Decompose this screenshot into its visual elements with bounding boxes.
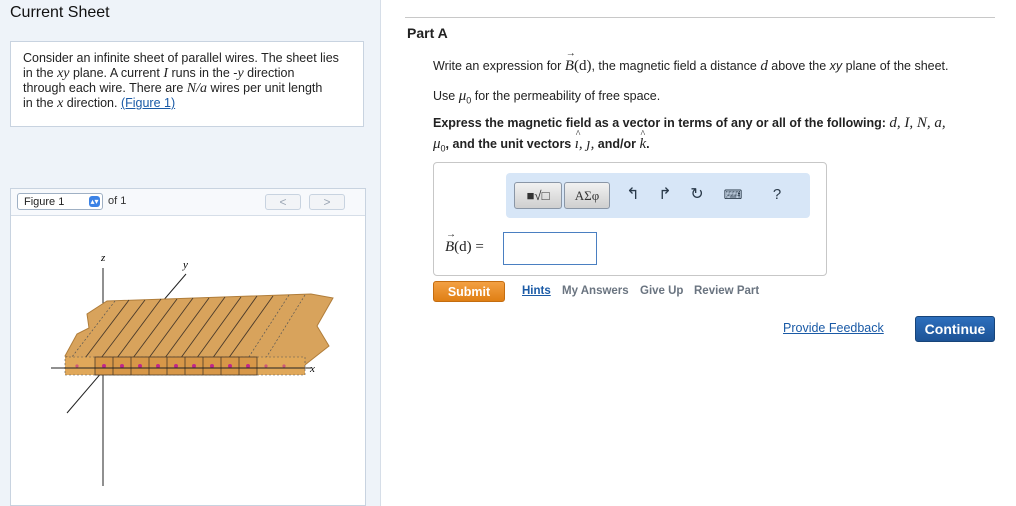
problem-line: through each wire. There are N/a wires p… — [23, 81, 351, 96]
math-var: xy — [829, 59, 843, 73]
text: (d) = — [454, 239, 484, 255]
text: and/or — [594, 137, 640, 151]
give-up-link[interactable]: Give Up — [640, 285, 683, 297]
reset-icon[interactable]: ↻ — [686, 185, 708, 205]
question-line-3: Express the magnetic field as a vector i… — [433, 115, 946, 132]
next-figure-button[interactable]: > — [309, 194, 345, 210]
math-var: k — [639, 129, 646, 153]
text: . — [646, 137, 650, 151]
figure-count: of 1 — [108, 195, 127, 207]
axis-label-z: z — [100, 252, 106, 264]
text: Express the magnetic field as a vector i… — [433, 116, 890, 130]
text: plane of the sheet. — [842, 59, 949, 73]
figure-select-value: Figure 1 — [24, 196, 65, 208]
figure-toolbar: Figure 1 ▴▾ of 1 < > — [11, 189, 365, 216]
figure-viewer: Figure 1 ▴▾ of 1 < > z y x — [10, 188, 366, 506]
problem-statement: Consider an infinite sheet of parallel w… — [10, 41, 364, 127]
part-title: Part A — [407, 25, 448, 41]
redo-icon[interactable]: ↱ — [654, 185, 676, 205]
math-var: d, I, N, a, — [889, 115, 946, 131]
greek-symbols-button[interactable]: ΑΣφ — [564, 182, 610, 209]
figure-select[interactable]: Figure 1 ▴▾ — [17, 193, 103, 210]
keyboard-icon[interactable]: ⌨ — [722, 185, 744, 205]
text: direction — [243, 66, 295, 80]
answer-label: B(d) = — [445, 229, 484, 256]
text: for the permeability of free space. — [471, 89, 661, 103]
text: in the — [23, 66, 58, 80]
question-line-2: Use μ0 for the permeability of free spac… — [433, 88, 660, 106]
math-var: μ — [433, 136, 441, 152]
question-line-4: μ0, and the unit vectors ı, ȷ, and/or k. — [433, 129, 650, 154]
prev-figure-button[interactable]: < — [265, 194, 301, 210]
text: plane. A current — [69, 66, 164, 80]
axis-label-y: y — [182, 259, 188, 271]
math-var: N/a — [186, 81, 207, 96]
current-sheet-diagram: z y x — [51, 252, 334, 486]
continue-button[interactable]: Continue — [915, 316, 995, 342]
right-panel: Part A Write an expression for B(d), the… — [381, 0, 1016, 506]
divider — [405, 17, 995, 18]
problem-line: Consider an infinite sheet of parallel w… — [23, 51, 339, 65]
undo-icon[interactable]: ↰ — [622, 185, 644, 205]
math-var: xy — [57, 66, 70, 81]
review-part-link[interactable]: Review Part — [694, 285, 759, 297]
math-var: B — [565, 48, 576, 75]
question-line-1: Write an expression for B(d), the magnet… — [433, 48, 949, 75]
chevron-updown-icon: ▴▾ — [89, 196, 100, 207]
templates-button[interactable]: ■√□ — [514, 182, 562, 209]
hints-link[interactable]: Hints — [522, 285, 551, 297]
answer-input[interactable] — [503, 232, 597, 265]
text: in the — [23, 96, 58, 110]
math-var: (d) — [573, 58, 592, 74]
answer-area: ■√□ ΑΣφ ↰ ↱ ↻ ⌨ ? B(d) = — [433, 162, 827, 276]
math-var: d — [760, 58, 768, 74]
text: direction. — [63, 96, 121, 110]
problem-line: in the xy plane. A current I runs in the… — [23, 66, 351, 81]
text: wires per unit length — [207, 81, 323, 95]
text: Use — [433, 89, 459, 103]
help-button[interactable]: ? — [766, 185, 788, 205]
left-panel: Current Sheet Consider an infinite sheet… — [0, 0, 381, 506]
submit-button[interactable]: Submit — [433, 281, 505, 302]
axis-label-x: x — [309, 363, 315, 375]
my-answers-link[interactable]: My Answers — [562, 285, 629, 297]
figure-link[interactable]: (Figure 1) — [121, 96, 175, 110]
text: Write an expression for — [433, 59, 565, 73]
problem-line: in the x direction. (Figure 1) — [23, 96, 351, 111]
math-var: B — [445, 229, 456, 256]
math-var: ı, ȷ, — [575, 129, 595, 153]
page-title: Current Sheet — [10, 4, 110, 21]
text: above the — [767, 59, 830, 73]
provide-feedback-link[interactable]: Provide Feedback — [783, 321, 884, 335]
text: runs in the - — [167, 66, 238, 80]
equation-toolbar: ■√□ ΑΣφ ↰ ↱ ↻ ⌨ ? — [506, 173, 810, 218]
text: , the magnetic field a distance — [591, 59, 761, 73]
text: through each wire. There are — [23, 81, 187, 95]
text: , and the unit vectors — [445, 137, 575, 151]
